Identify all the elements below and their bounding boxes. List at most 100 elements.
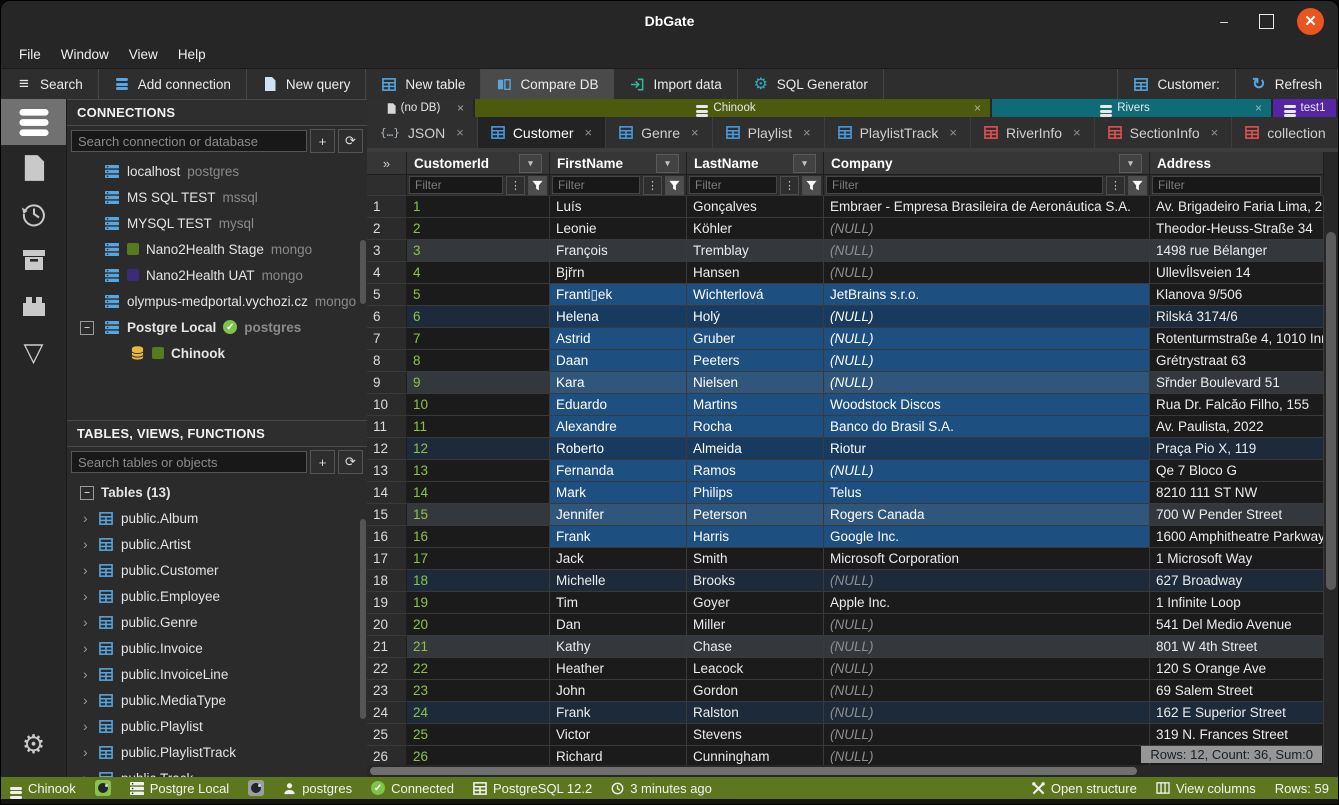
menu-view[interactable]: View: [119, 44, 168, 65]
close-icon[interactable]: ×: [803, 125, 811, 140]
cell-company[interactable]: (NULL): [824, 570, 1150, 592]
table-item[interactable]: ›public.Employee: [67, 583, 367, 609]
connections-add-button[interactable]: +: [310, 129, 335, 153]
cell-customerid[interactable]: 5: [407, 284, 550, 306]
chevron-right-icon[interactable]: ›: [83, 666, 91, 682]
cell-lastname[interactable]: Chase: [687, 636, 824, 658]
cell-firstname[interactable]: Luís: [550, 196, 687, 218]
cell-lastname[interactable]: Gordon: [687, 680, 824, 702]
cell-address[interactable]: 120 S Orange Ave: [1150, 658, 1324, 680]
cell-lastname[interactable]: Martins: [687, 394, 824, 416]
cell-lastname[interactable]: Stevens: [687, 724, 824, 746]
connection-item[interactable]: olympus-medportal.vychozi.czmongo: [67, 288, 367, 314]
cell-lastname[interactable]: Brooks: [687, 570, 824, 592]
table-item[interactable]: ›public.PlaylistTrack: [67, 739, 367, 765]
table-item[interactable]: ›public.Customer: [67, 557, 367, 583]
cell-address[interactable]: Rua Dr. Falcăo Filho, 155: [1150, 394, 1324, 416]
cell-address[interactable]: Av. Paulista, 2022: [1150, 416, 1324, 438]
cell-customerid[interactable]: 20: [407, 614, 550, 636]
tables-group[interactable]: –Tables (13): [67, 479, 367, 505]
cell-firstname[interactable]: Franti▯ek: [550, 284, 687, 306]
database-item[interactable]: Chinook: [67, 340, 367, 366]
cell-address[interactable]: Klanova 9/506: [1150, 284, 1324, 306]
close-icon[interactable]: ×: [1252, 101, 1265, 115]
cell-customerid[interactable]: 25: [407, 724, 550, 746]
cell-address[interactable]: 801 W 4th Street: [1150, 636, 1324, 658]
toolbar-new-table-button[interactable]: New table: [366, 69, 481, 99]
toolbar-add-connection-button[interactable]: Add connection: [99, 69, 247, 99]
db-tab-chinook[interactable]: Chinook×: [475, 99, 990, 117]
activity-settings-button[interactable]: ⚙: [1, 721, 66, 767]
tables-refresh-button[interactable]: ⟳: [338, 450, 363, 474]
cell-customerid[interactable]: 13: [407, 460, 550, 482]
toolbar-search-button[interactable]: ≡Search: [1, 69, 99, 99]
close-icon[interactable]: ×: [456, 125, 464, 140]
connection-item[interactable]: MS SQL TESTmssql: [67, 184, 367, 210]
cell-address[interactable]: UllevÍlsveien 14: [1150, 262, 1324, 284]
cell-lastname[interactable]: Harris: [687, 526, 824, 548]
tables-search-input[interactable]: [71, 451, 307, 473]
cell-company[interactable]: JetBrains s.r.o.: [824, 284, 1150, 306]
activity-database-button[interactable]: [1, 99, 66, 145]
chevron-right-icon[interactable]: ›: [83, 744, 91, 760]
maximize-button[interactable]: [1255, 10, 1277, 32]
filter-input[interactable]: [409, 176, 503, 194]
cell-firstname[interactable]: Kara: [550, 372, 687, 394]
cell-address[interactable]: 1 Infinite Loop: [1150, 592, 1324, 614]
close-icon[interactable]: ×: [1211, 125, 1219, 140]
cell-customerid[interactable]: 10: [407, 394, 550, 416]
cell-company[interactable]: Woodstock Discos: [824, 394, 1150, 416]
cell-company[interactable]: Rogers Canada: [824, 504, 1150, 526]
cell-firstname[interactable]: Jack: [550, 548, 687, 570]
cell-firstname[interactable]: Helena: [550, 306, 687, 328]
cell-customerid[interactable]: 17: [407, 548, 550, 570]
filter-funnel-icon[interactable]: [1128, 176, 1147, 195]
cell-company[interactable]: Banco do Brasil S.A.: [824, 416, 1150, 438]
connections-refresh-button[interactable]: ⟳: [338, 129, 363, 153]
cell-customerid[interactable]: 11: [407, 416, 550, 438]
cell-firstname[interactable]: Daan: [550, 350, 687, 372]
cell-lastname[interactable]: Peeters: [687, 350, 824, 372]
cell-firstname[interactable]: Kathy: [550, 636, 687, 658]
cell-customerid[interactable]: 9: [407, 372, 550, 394]
column-header-company[interactable]: Company▾: [824, 152, 1150, 175]
status-badge[interactable]: [95, 780, 111, 796]
filter-menu-icon[interactable]: ⋮: [643, 176, 662, 195]
cell-address[interactable]: Av. Brigadeiro Faria Lima, 2170: [1150, 196, 1324, 218]
db-tab-nodb[interactable]: (no DB)×: [367, 99, 473, 117]
cell-company[interactable]: (NULL): [824, 614, 1150, 636]
column-header-customerid[interactable]: CustomerId▾: [407, 152, 550, 175]
cell-lastname[interactable]: Gruber: [687, 328, 824, 350]
chevron-right-icon[interactable]: ›: [83, 614, 91, 630]
menu-file[interactable]: File: [9, 44, 51, 65]
tab-riverinfo[interactable]: RiverInfo×: [971, 117, 1095, 148]
close-icon[interactable]: ×: [949, 125, 957, 140]
status-badge[interactable]: [248, 780, 264, 796]
cell-address[interactable]: Rilská 3174/6: [1150, 306, 1324, 328]
cell-customerid[interactable]: 22: [407, 658, 550, 680]
filter-menu-icon[interactable]: ⋮: [780, 176, 799, 195]
cell-company[interactable]: (NULL): [824, 218, 1150, 240]
chevron-right-icon[interactable]: ›: [83, 718, 91, 734]
cell-lastname[interactable]: Nielsen: [687, 372, 824, 394]
chevron-right-icon[interactable]: ›: [83, 562, 91, 578]
cell-firstname[interactable]: Frank: [550, 702, 687, 724]
cell-lastname[interactable]: Peterson: [687, 504, 824, 526]
cell-company[interactable]: (NULL): [824, 350, 1150, 372]
tab-playlisttrack[interactable]: PlaylistTrack×: [825, 117, 971, 148]
connection-item[interactable]: Nano2Health UATmongo: [67, 262, 367, 288]
filter-funnel-icon[interactable]: [665, 176, 684, 195]
status-rows-59[interactable]: Rows: 59: [1275, 781, 1329, 796]
cell-company[interactable]: (NULL): [824, 328, 1150, 350]
cell-firstname[interactable]: Heather: [550, 658, 687, 680]
cell-lastname[interactable]: Ramos: [687, 460, 824, 482]
cell-customerid[interactable]: 18: [407, 570, 550, 592]
activity-file-button[interactable]: [1, 145, 66, 191]
collapse-box-icon[interactable]: –: [80, 486, 94, 500]
table-item[interactable]: ›public.InvoiceLine: [67, 661, 367, 687]
close-icon[interactable]: ×: [585, 125, 593, 140]
cell-address[interactable]: 700 W Pender Street: [1150, 504, 1324, 526]
chevron-right-icon[interactable]: ›: [83, 770, 91, 777]
cell-firstname[interactable]: Jennifer: [550, 504, 687, 526]
cell-customerid[interactable]: 6: [407, 306, 550, 328]
